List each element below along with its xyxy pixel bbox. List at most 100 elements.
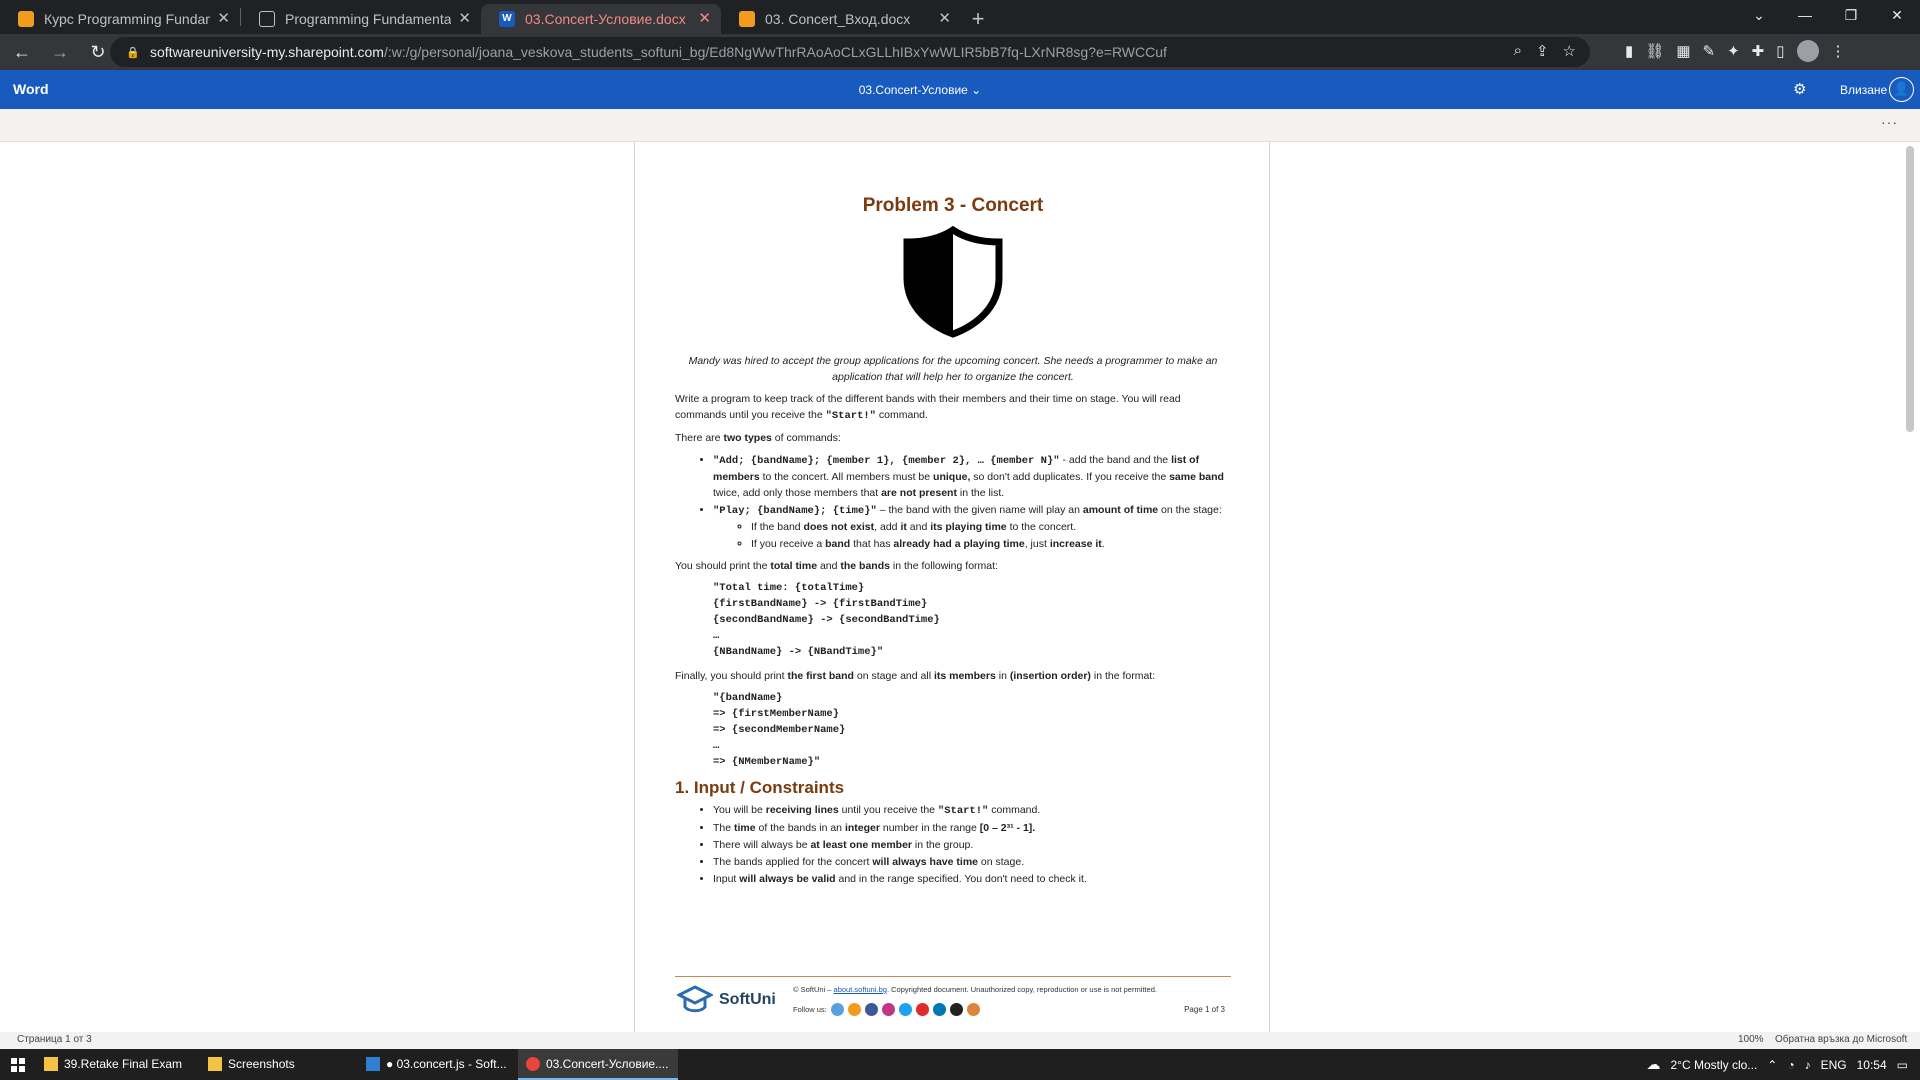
taskbar-app-active[interactable]: 03.Concert-Условие.... [518,1049,678,1080]
more-options-icon[interactable]: ··· [1881,114,1898,130]
close-icon[interactable]: ✕ [698,9,711,27]
softuni-logo-text: SoftUni [719,991,776,1008]
tab-title: 03.Concert-Условие.docx [525,11,686,27]
document-content: Problem 3 - Concert Mandy was hired to a… [675,196,1231,893]
zoom-icon[interactable]: ⌕ [1514,42,1522,60]
taskbar-app[interactable]: Screenshots [200,1049,358,1080]
softuni-logo: SoftUni [677,985,776,1015]
avatar[interactable] [1796,40,1819,62]
list-item: "Add; {bandName}; {member 1}, {member 2}… [713,452,1231,501]
softuni-orange-icon[interactable] [847,1003,861,1016]
back-button[interactable]: ← [6,36,38,68]
paragraph: Finally, you should print the first band… [675,670,1156,682]
tab-title: Programming Fundamentals Final [285,11,451,27]
list-item: If the band does not exist, add it and i… [751,519,1231,535]
gear-icon[interactable]: ⚙ [1793,80,1806,98]
facebook-icon[interactable] [864,1003,878,1016]
softuni-icon [739,11,755,27]
tab-softuni-course[interactable]: Курс Programming Fundamentals ✕ [0,4,240,34]
window-controls: ⌄ — ❐ ✕ [1736,0,1920,30]
command-list: "Add; {bandName}; {member 1}, {member 2}… [713,452,1231,552]
address-bar[interactable]: 🔒 softwareuniversity-my.sharepoint.com /… [110,37,1590,67]
user-icon[interactable]: 👤 [1889,77,1914,102]
list-item: The time of the bands in an integer numb… [713,820,1231,836]
folder-icon [208,1056,222,1071]
ribbon: ··· [0,109,1920,142]
youtube-icon[interactable] [915,1003,929,1016]
weather-text[interactable]: 2°C Mostly clo... [1670,1058,1757,1072]
status-bar: Страница 1 от 3 100% Обратна връзка до M… [0,1032,1920,1049]
tab-title: 03. Concert_Вход.docx [765,11,911,27]
extension-icon[interactable]: ✦ [1727,42,1740,60]
output-format-code: "Total time: {totalTime} {firstBandName}… [713,582,940,658]
window-close-button[interactable]: ✕ [1874,0,1920,30]
signin-link[interactable]: Влизане [1840,83,1887,97]
menu-icon[interactable]: ⋮ [1831,42,1846,60]
section-heading: 1. Input / Constraints [675,778,845,797]
forward-button[interactable]: → [44,36,76,68]
grid-icon[interactable]: ▦ [1676,42,1690,60]
paragraph: You should print the total time and the … [675,560,998,572]
link-icon[interactable]: ⛓ [1645,42,1664,60]
puzzle-icon[interactable]: ✚ [1752,42,1765,60]
network-icon[interactable]: ◔ [1787,1058,1794,1072]
chrome-icon [526,1056,540,1071]
folder-icon [44,1056,58,1071]
github-icon[interactable] [949,1003,963,1016]
feedback-link[interactable]: Обратна връзка до Microsoft [1775,1034,1907,1045]
pen-icon[interactable]: ✎ [1703,42,1716,60]
taskbar-app[interactable]: ● 03.concert.js - Soft... [358,1049,518,1080]
page-count: Страница 1 от 3 [17,1034,92,1045]
instagram-icon[interactable] [881,1003,895,1016]
close-icon[interactable]: ✕ [938,9,951,27]
notifications-icon[interactable]: ▭ [1897,1058,1908,1072]
language-indicator[interactable]: ENG [1821,1058,1847,1072]
bookmark-star-icon[interactable]: ☆ [1563,42,1576,60]
chevron-up-icon[interactable]: ⌃ [1767,1058,1777,1072]
tab-concert-doc[interactable]: W 03.Concert-Условие.docx ✕ [481,4,721,34]
zoom-level[interactable]: 100% [1738,1034,1764,1045]
page-footer: SoftUni © SoftUni – about.softuni.bg. Co… [675,976,1231,1026]
softuni-link[interactable]: about.softuni.bg [834,985,887,994]
browser-tabstrip: Курс Programming Fundamentals ✕ Programm… [0,0,1920,34]
page-icon [259,11,275,27]
close-icon[interactable]: ✕ [458,9,471,27]
list-item: There will always be at least one member… [713,837,1231,853]
paragraph: There are two types of commands: [675,432,841,444]
sub-list: If the band does not exist, add it and i… [751,519,1231,552]
constraints-list: You will be receiving lines until you re… [713,802,1231,887]
list-item: Input will always be valid and in the ra… [713,871,1231,887]
volume-icon[interactable]: ♪ [1805,1058,1811,1072]
tab-concert-input[interactable]: 03. Concert_Вход.docx ✕ [721,4,961,34]
document-title[interactable]: 03.Concert-Условие ⌄ [0,83,1840,97]
forum-icon[interactable] [966,1003,980,1016]
weather-icon[interactable]: ☁ [1646,1056,1660,1073]
extensions-area: ▮ ⛓ ▦ ✎ ✦ ✚ ▯ ⋮ [1625,40,1846,62]
copyright-text: © SoftUni – about.softuni.bg. Copyrighte… [793,985,1157,994]
new-tab-button[interactable]: + [961,4,995,34]
tab-title: Курс Programming Fundamentals [44,11,210,27]
taskbar-app[interactable]: 39.Retake Final Exam [36,1049,200,1080]
chevron-down-icon[interactable]: ⌄ [1736,0,1782,30]
twitter-icon[interactable] [898,1003,912,1016]
chevron-down-icon: ⌄ [971,83,982,97]
vertical-scrollbar[interactable] [1906,146,1914,432]
tab-fundamentals-final[interactable]: Programming Fundamentals Final ✕ [241,4,481,34]
share-icon[interactable]: ⇪ [1536,42,1549,60]
system-tray: ☁ 2°C Mostly clo... ⌃ ◔ ♪ ENG 10:54 ▭ [1646,1049,1920,1080]
minimize-button[interactable]: — [1782,0,1828,30]
sidepanel-icon[interactable]: ▯ [1776,42,1784,60]
clock[interactable]: 10:54 [1857,1058,1887,1072]
shield-icon [675,225,1231,343]
list-item: "Play; {bandName}; {time}" – the band wi… [713,502,1231,552]
vscode-icon [366,1056,380,1071]
linkedin-icon[interactable] [932,1003,946,1016]
close-icon[interactable]: ✕ [217,9,230,27]
list-item: You will be receiving lines until you re… [713,802,1231,819]
restore-button[interactable]: ❐ [1828,0,1874,30]
windows-start-icon[interactable] [0,1049,36,1080]
extension-icon[interactable]: ▮ [1625,42,1633,60]
list-item: The bands applied for the concert will a… [713,854,1231,870]
softuni-icon[interactable] [830,1003,844,1016]
document-canvas: Problem 3 - Concert Mandy was hired to a… [0,142,1920,1032]
